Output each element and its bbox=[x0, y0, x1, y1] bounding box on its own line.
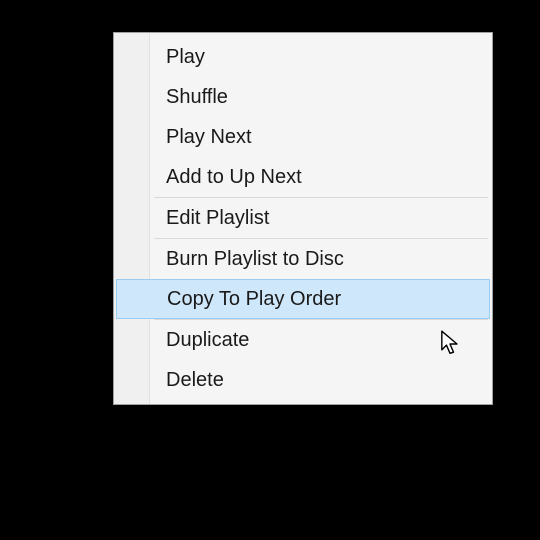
menu-item-label: Copy To Play Order bbox=[167, 288, 341, 310]
menu-item-play[interactable]: Play bbox=[114, 37, 492, 77]
menu-item-label: Play bbox=[166, 46, 205, 68]
menu-item-copy-to-play-order[interactable]: Copy To Play Order bbox=[116, 279, 490, 319]
menu-item-label: Shuffle bbox=[166, 86, 228, 108]
menu-item-label: Burn Playlist to Disc bbox=[166, 248, 344, 270]
menu-item-play-next[interactable]: Play Next bbox=[114, 117, 492, 157]
menu-list: Play Shuffle Play Next Add to Up Next Ed… bbox=[114, 33, 492, 404]
context-menu: Play Shuffle Play Next Add to Up Next Ed… bbox=[113, 32, 493, 405]
menu-item-duplicate[interactable]: Duplicate bbox=[114, 320, 492, 360]
menu-item-burn-playlist-to-disc[interactable]: Burn Playlist to Disc bbox=[114, 239, 492, 279]
menu-item-label: Add to Up Next bbox=[166, 166, 302, 188]
menu-item-delete[interactable]: Delete bbox=[114, 360, 492, 400]
menu-item-label: Edit Playlist bbox=[166, 207, 269, 229]
menu-item-label: Play Next bbox=[166, 126, 252, 148]
menu-item-shuffle[interactable]: Shuffle bbox=[114, 77, 492, 117]
menu-item-label: Delete bbox=[166, 369, 224, 391]
menu-item-edit-playlist[interactable]: Edit Playlist bbox=[114, 198, 492, 238]
menu-item-add-to-up-next[interactable]: Add to Up Next bbox=[114, 157, 492, 197]
menu-item-label: Duplicate bbox=[166, 329, 249, 351]
